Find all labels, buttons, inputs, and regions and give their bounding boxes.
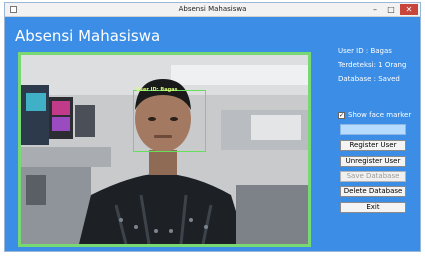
window-title: Absensi Mahasiswa (178, 5, 247, 13)
checkbox-icon[interactable]: ✓ (338, 111, 345, 119)
maximize-button[interactable]: □ (384, 4, 398, 15)
face-marker-box (133, 90, 206, 152)
detected-count-text: Terdeteksi: 1 Orang (338, 61, 407, 69)
app-window: Absensi Mahasiswa – □ ✕ Absensi Mahasisw… (4, 2, 421, 252)
page-title: Absensi Mahasiswa (15, 27, 161, 45)
user-id-text: User ID : Bagas (338, 47, 392, 55)
title-bar: Absensi Mahasiswa – □ ✕ (5, 3, 420, 17)
minimize-button[interactable]: – (368, 4, 382, 15)
database-status-text: Database : Saved (338, 75, 400, 83)
register-user-button[interactable]: Register User (340, 140, 406, 151)
show-face-marker-label: Show face marker (348, 111, 412, 119)
save-database-button[interactable]: Save Database (340, 171, 406, 182)
unregister-user-button[interactable]: Unregister User (340, 156, 406, 167)
face-marker-label: User ID: Bagas (136, 87, 178, 93)
delete-database-button[interactable]: Delete Database (340, 186, 406, 197)
camera-feed: User ID: Bagas (18, 52, 311, 247)
user-name-input[interactable] (340, 124, 406, 135)
close-button[interactable]: ✕ (400, 4, 418, 15)
exit-button[interactable]: Exit (340, 202, 406, 213)
show-face-marker-toggle[interactable]: ✓ Show face marker (338, 111, 411, 119)
